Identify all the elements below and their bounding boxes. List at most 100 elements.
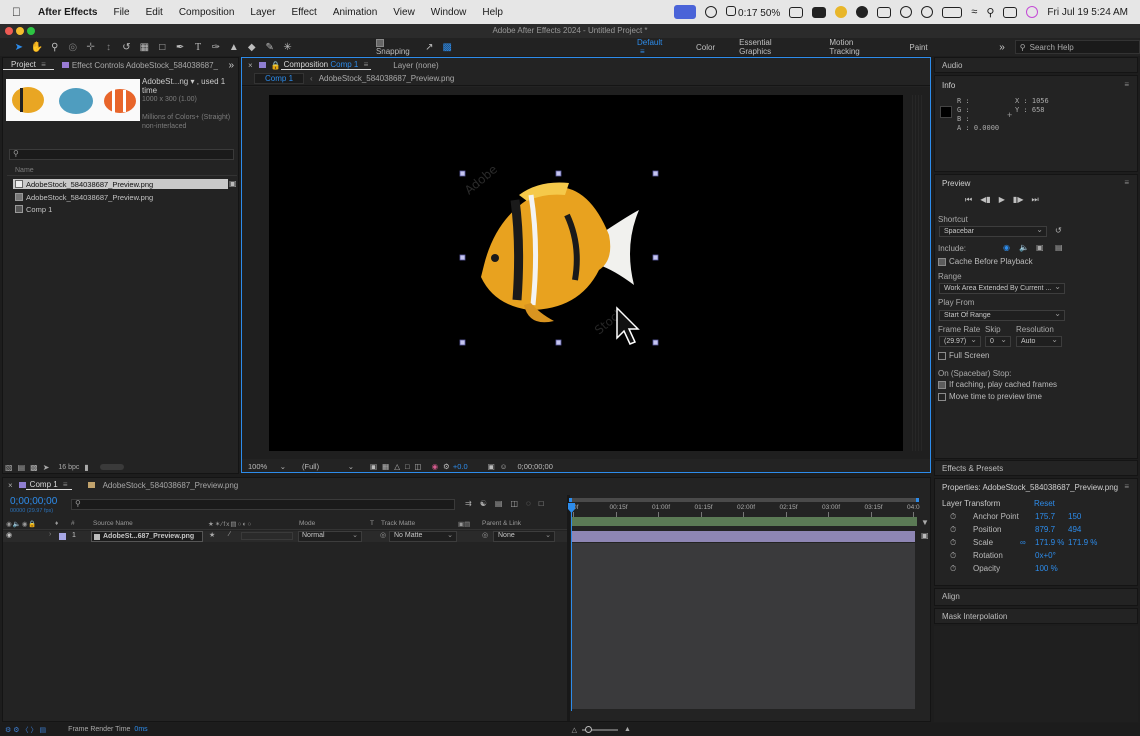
puppet-tool-icon[interactable]: ✳ — [282, 42, 294, 53]
show-snapshot-icon[interactable]: ☺ — [500, 462, 508, 471]
property-value[interactable]: 879.7 — [1035, 525, 1055, 534]
tab-layer[interactable]: Layer (none) — [385, 61, 446, 70]
workspace-paint[interactable]: Paint — [897, 43, 939, 52]
constrain-proportions-link-icon[interactable]: ∞ — [1020, 538, 1026, 547]
preview-title[interactable]: Preview — [942, 179, 970, 188]
timeline-menu-icon[interactable]: ≡ — [63, 480, 68, 489]
menu-edit[interactable]: Edit — [138, 7, 171, 18]
include-overlays-icon[interactable]: ▣ — [1036, 243, 1044, 252]
moon-icon[interactable] — [900, 6, 913, 18]
layer-duration-bar[interactable] — [571, 531, 915, 542]
composition-canvas[interactable]: Adobe Stock — [269, 95, 903, 451]
view-options-icon[interactable]: ◫ — [415, 462, 422, 471]
exposure-value[interactable]: +0.0 — [453, 462, 468, 471]
skip-dropdown[interactable]: 0 — [985, 335, 1011, 347]
grammarly-icon[interactable] — [856, 6, 869, 18]
snapping-toggle[interactable]: Snapping — [375, 38, 420, 56]
viewer-timecode[interactable]: 0;00;00;00 — [517, 462, 552, 471]
menubar-clock[interactable]: Fri Jul 19 5:24 AM — [1047, 7, 1128, 18]
lock-icon[interactable]: 🔒 — [271, 61, 281, 70]
project-menu-icon[interactable]: ≡ — [41, 60, 46, 69]
snap-features-icon[interactable]: ▩ — [441, 42, 453, 53]
control-center-icon[interactable] — [1003, 6, 1018, 18]
zoom-dropdown[interactable]: 100% ⌄ — [248, 462, 288, 471]
cache-before-playback[interactable]: Cache Before Playback — [938, 257, 1033, 266]
panel-overflow-icon[interactable]: » — [228, 60, 234, 71]
full-screen-option[interactable]: Full Screen — [938, 351, 989, 360]
menu-app-name[interactable]: After Effects — [30, 7, 105, 18]
dolly-tool-icon[interactable]: ↕ — [103, 42, 115, 53]
tab-composition[interactable]: Composition Comp 1 ≡ — [280, 60, 372, 70]
workspace-essential-graphics[interactable]: Essential Graphics — [727, 38, 817, 56]
timeline-zoom-slider-thumb[interactable] — [585, 725, 593, 733]
next-frame-icon[interactable]: ▮▶ — [1013, 195, 1024, 205]
snap-edges-icon[interactable]: ↗ — [423, 42, 435, 53]
property-value[interactable]: 171.9 % — [1035, 538, 1064, 547]
project-search-input[interactable]: ⚲ — [9, 149, 234, 160]
breadcrumb-comp[interactable]: Comp 1 — [254, 73, 305, 84]
rotation-tool-icon[interactable]: ↺ — [120, 42, 132, 53]
apple-icon[interactable]:  — [12, 5, 30, 19]
draft-3d-icon[interactable]: ☯ — [480, 499, 487, 508]
property-value[interactable]: 150 — [1068, 512, 1081, 521]
eraser-tool-icon[interactable]: ◆ — [246, 42, 258, 53]
property-value[interactable]: 171.9 % — [1068, 538, 1097, 547]
workspace-default[interactable]: Default ≡ — [625, 38, 684, 56]
column-header-name[interactable]: Name — [15, 167, 34, 174]
close-timeline-tab-icon[interactable]: × — [8, 481, 13, 490]
resolution-dropdown[interactable]: (Full) ⌄ — [302, 462, 356, 471]
hand-tool-icon[interactable]: ✋ — [31, 42, 43, 53]
composition-flowchart-icon[interactable]: ⇉ — [465, 499, 472, 508]
property-value[interactable]: 494 — [1068, 525, 1081, 534]
mode-header[interactable]: Mode — [299, 520, 315, 527]
timeline-track-area[interactable] — [571, 543, 915, 709]
mask-interpolation-title[interactable]: Mask Interpolation — [942, 612, 1007, 621]
keyboard-icon[interactable] — [877, 6, 892, 18]
stopwatch-icon[interactable]: ⏱ — [950, 525, 956, 535]
stopwatch-icon[interactable]: ⏱ — [950, 538, 956, 548]
time-ruler[interactable]: 0f 00:15f 01:00f 01:15f 02:00f 02:15f 03:00f 03… — [569, 503, 920, 517]
range-dropdown[interactable]: Work Area Extended By Current ... — [939, 282, 1065, 294]
work-area-bar[interactable] — [571, 517, 917, 526]
stopwatch-icon[interactable]: ⏱ — [950, 564, 956, 574]
if-caching-option[interactable]: If caching, play cached frames — [938, 380, 1057, 389]
exposure-icon[interactable]: ⚙ — [443, 462, 450, 471]
trackmatte-t-header[interactable]: T — [370, 520, 374, 527]
close-tab-icon[interactable]: × — [248, 61, 253, 70]
menu-layer[interactable]: Layer — [242, 7, 283, 18]
timeline-tab-comp[interactable]: Comp 1 ≡ — [25, 480, 72, 490]
zoom-tool-icon[interactable]: ⚲ — [49, 42, 61, 53]
info-menu-icon[interactable]: ≡ — [1124, 80, 1129, 89]
new-folder-icon[interactable]: ▤ — [18, 463, 26, 472]
project-flowchart-icon[interactable]: ▣ — [229, 179, 237, 188]
parent-dropdown[interactable]: None ⌄ — [493, 531, 555, 542]
region-of-interest-icon[interactable]: ▣ — [370, 462, 377, 471]
pan-behind-tool-icon[interactable]: ▦ — [138, 42, 150, 53]
project-scrollbar[interactable] — [99, 464, 124, 470]
layer-outline-divider[interactable] — [567, 495, 570, 721]
grid-guides-icon[interactable]: □ — [405, 462, 410, 471]
color-management-icon[interactable]: ◉ — [432, 462, 439, 471]
include-audio-icon[interactable]: 🔈 — [1019, 243, 1029, 252]
preview-menu-icon[interactable]: ≡ — [1124, 178, 1129, 187]
transform-handle[interactable] — [652, 170, 659, 177]
menu-window[interactable]: Window — [423, 7, 475, 18]
battery-time-status[interactable]: 0:17 50% — [726, 5, 780, 19]
transparency-grid-icon[interactable]: ▦ — [382, 462, 389, 471]
transform-handle[interactable] — [459, 254, 466, 261]
timeline-zoom-out-icon[interactable]: △ — [572, 726, 577, 734]
close-window-button[interactable] — [5, 27, 13, 35]
composition-viewer[interactable]: Adobe Stock — [242, 87, 930, 459]
layer-label-color[interactable] — [59, 533, 66, 540]
track-matte-dropdown[interactable]: No Matte ⌄ — [389, 531, 457, 542]
workspace-motion-tracking[interactable]: Motion Tracking — [817, 38, 897, 56]
battery-icon[interactable] — [942, 6, 963, 18]
menu-help[interactable]: Help — [474, 7, 511, 18]
reset-shortcut-icon[interactable]: ↺ — [1055, 226, 1062, 235]
transform-handle[interactable] — [555, 170, 562, 177]
motion-blur-icon[interactable]: ◌ — [526, 499, 531, 508]
properties-menu-icon[interactable]: ≡ — [1124, 482, 1129, 491]
adjust-settings-icon[interactable]: ➤ — [43, 463, 50, 472]
current-time-indicator[interactable] — [571, 503, 572, 711]
menu-effect[interactable]: Effect — [283, 7, 324, 18]
